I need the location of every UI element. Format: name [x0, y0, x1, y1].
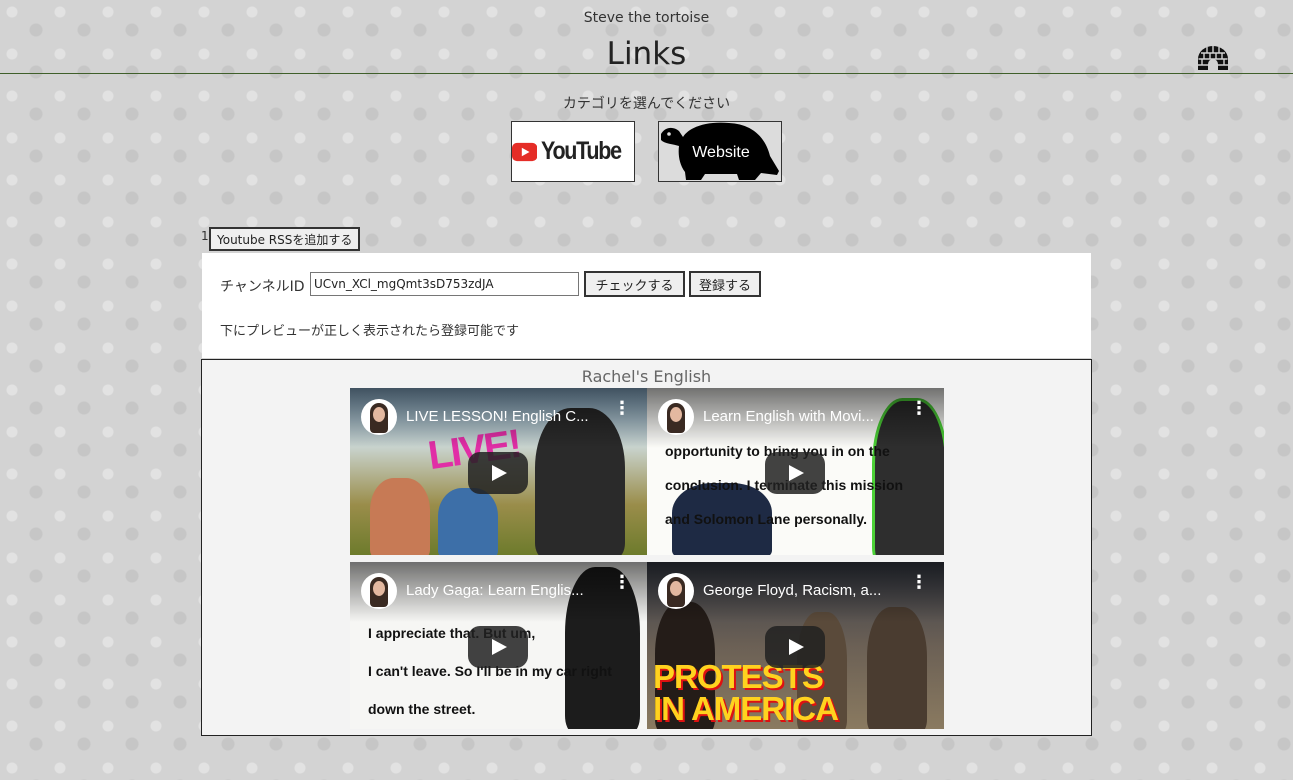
channel-avatar	[361, 573, 397, 609]
channel-avatar	[658, 573, 694, 609]
rss-count: 1	[201, 229, 209, 243]
youtube-logo-icon	[512, 142, 538, 161]
rss-form-panel: チャンネルID チェックする 登録する 下にプレビューが正しく表示されたら登録可…	[202, 253, 1091, 358]
channel-id-label: チャンネルID	[220, 279, 305, 295]
more-options-icon[interactable]: ⋮	[910, 574, 928, 592]
preview-panel: Rachel's English LIVE! LIVE LESSON! Engl…	[201, 359, 1092, 736]
channel-name: Rachel's English	[581, 367, 712, 386]
channel-avatar	[658, 399, 694, 435]
video-title[interactable]: Learn English with Movi...	[703, 408, 903, 425]
play-icon[interactable]	[468, 626, 528, 668]
category-prompt: カテゴリを選んでください	[562, 96, 731, 112]
register-button[interactable]: 登録する	[689, 271, 761, 297]
thumbnail-caption: IN AMERICA	[653, 690, 839, 727]
video-title[interactable]: Lady Gaga: Learn Englis...	[406, 582, 606, 599]
more-options-icon[interactable]: ⋮	[910, 400, 928, 418]
add-youtube-rss-button[interactable]: Youtube RSSを追加する	[209, 227, 361, 251]
video-thumbnail[interactable]: LIVE! LIVE LESSON! English C... ⋮	[350, 388, 647, 555]
video-title[interactable]: George Floyd, Racism, a...	[703, 582, 903, 599]
website-category-button[interactable]: Website	[658, 121, 782, 182]
header-divider	[0, 73, 1293, 74]
preview-note: 下にプレビューが正しく表示されたら登録可能です	[220, 324, 520, 339]
thumbnail-caption: down the street.	[368, 701, 476, 717]
play-icon[interactable]	[468, 452, 528, 494]
youtube-wordmark: YouTube	[541, 137, 622, 165]
site-name[interactable]: Steve the tortoise	[0, 10, 1293, 26]
channel-id-input[interactable]	[310, 272, 579, 296]
page-title: Links	[606, 36, 687, 72]
more-options-icon[interactable]: ⋮	[613, 574, 631, 592]
video-thumbnail[interactable]: PROTESTS IN AMERICA George Floyd, Racism…	[647, 562, 944, 729]
thumbnail-person	[438, 488, 498, 555]
play-icon[interactable]	[765, 626, 825, 668]
igloo-icon[interactable]	[1196, 44, 1230, 72]
more-options-icon[interactable]: ⋮	[613, 400, 631, 418]
channel-avatar	[361, 399, 397, 435]
website-label: Website	[692, 144, 750, 161]
video-title[interactable]: LIVE LESSON! English C...	[406, 408, 606, 425]
play-icon[interactable]	[765, 452, 825, 494]
youtube-category-button[interactable]: YouTube	[511, 121, 635, 182]
thumbnail-person	[867, 607, 927, 729]
thumbnail-caption: and Solomon Lane personally.	[665, 511, 867, 527]
check-button[interactable]: チェックする	[584, 271, 685, 297]
thumbnail-person	[370, 478, 430, 555]
video-thumbnail[interactable]: opportunity to bring you in on the concl…	[647, 388, 944, 555]
video-thumbnail[interactable]: I appreciate that. But um, I can't leave…	[350, 562, 647, 729]
